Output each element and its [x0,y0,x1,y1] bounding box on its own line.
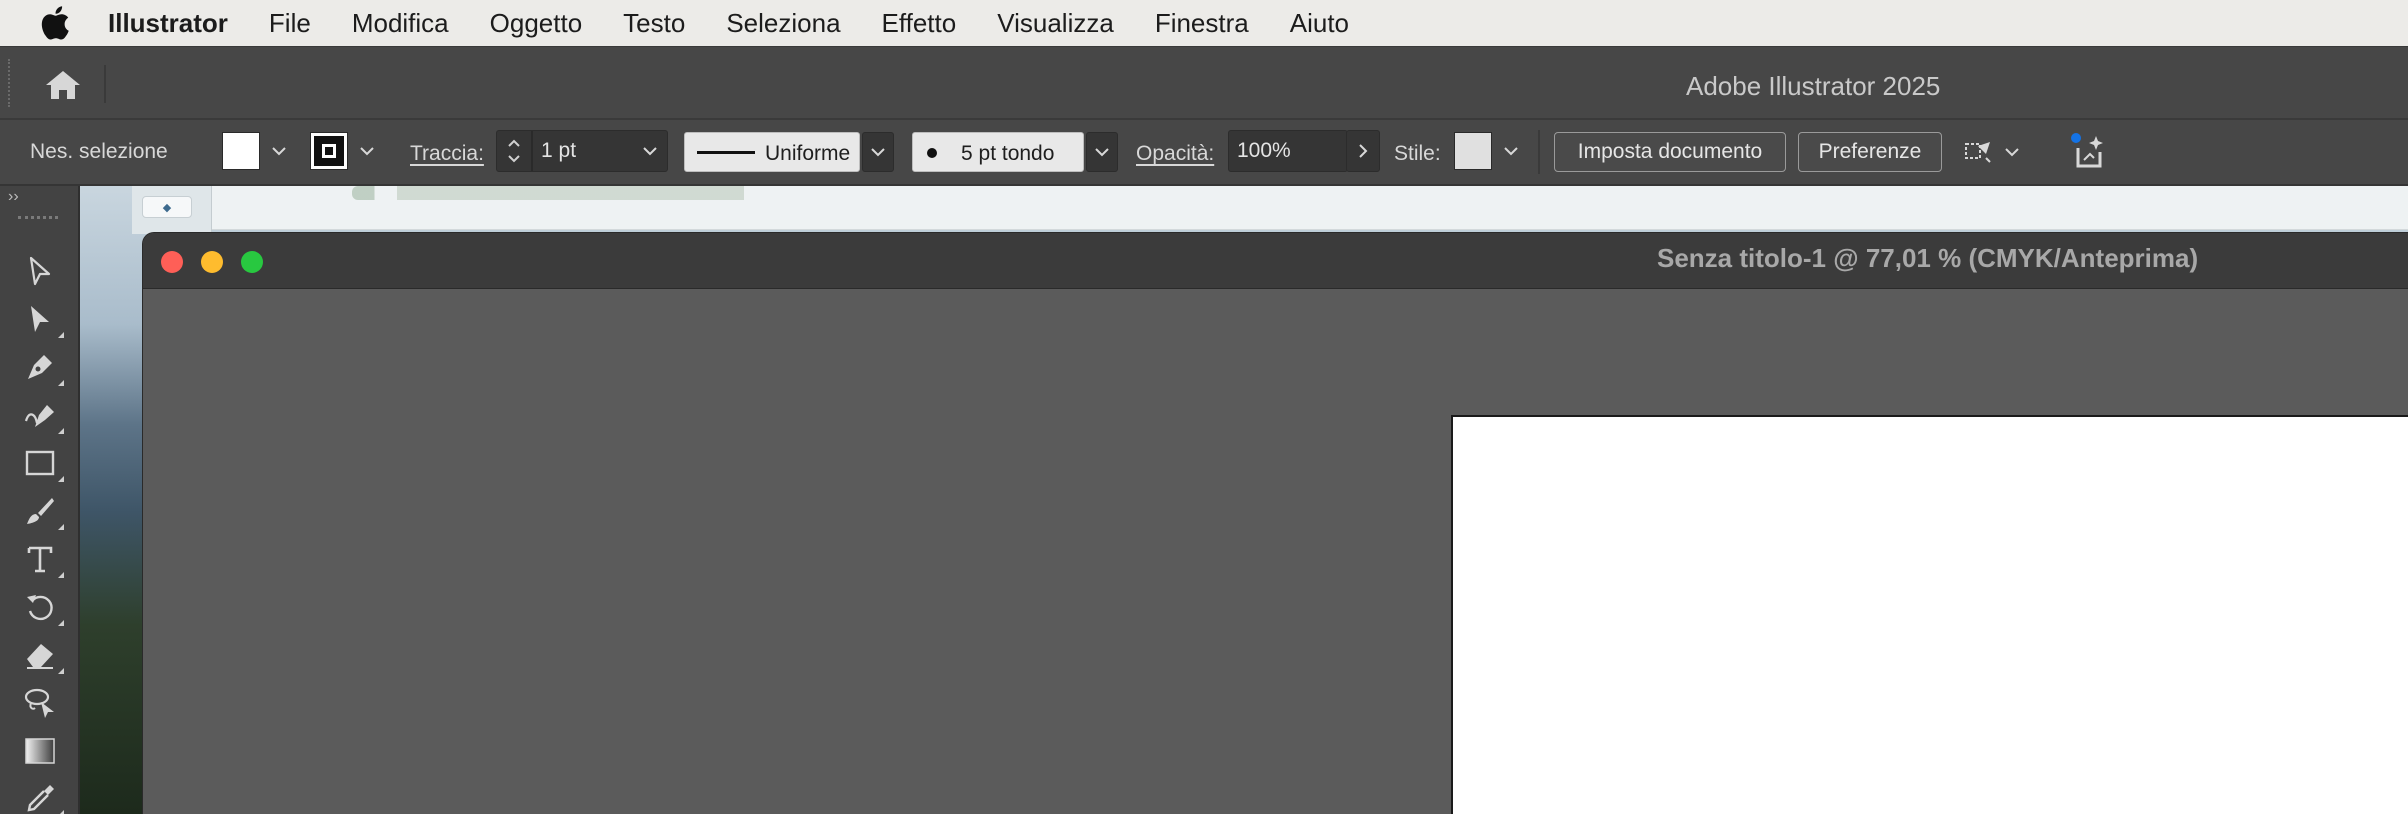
menu-file[interactable]: File [269,8,311,39]
stroke-weight-value[interactable]: 1 pt [541,139,576,163]
rotate-tool-icon[interactable] [16,586,64,628]
document-setup-button[interactable]: Imposta documento [1554,132,1786,172]
arrange-chevron-icon[interactable] [1998,134,2026,170]
opacity-label[interactable]: Opacità: [1136,142,1214,166]
menu-effetto[interactable]: Effetto [882,8,957,39]
menu-app-name[interactable]: Illustrator [108,8,228,39]
stroke-dropdown-chevron-icon[interactable] [350,132,384,170]
menu-seleziona[interactable]: Seleziona [726,8,840,39]
stroke-swatch[interactable] [310,132,348,170]
paintbrush-tool-icon[interactable] [16,490,64,532]
document-title: Senza titolo-1 @ 77,01 % (CMYK/Anteprima… [1657,243,2199,273]
generative-ai-icon[interactable] [2068,130,2108,174]
appbar-divider [104,65,106,103]
direct-selection-tool-icon[interactable] [16,298,64,340]
background-window [212,186,2408,230]
opacity-arrow-icon[interactable] [1346,130,1380,172]
width-profile-dropdown[interactable]: Uniforme [684,132,860,172]
lasso-tool-icon[interactable] [16,682,64,724]
style-dropdown-chevron-icon[interactable] [1494,132,1528,170]
profile-label: Uniforme [765,142,851,165]
profile-line-icon [697,151,755,154]
background-window-tab: ◆ [132,186,212,234]
type-tool-icon[interactable] [16,538,64,580]
menu-finestra[interactable]: Finestra [1155,8,1249,39]
tools-panel-grip[interactable] [18,216,58,220]
document-window: Senza titolo-1 @ 77,01 % (CMYK/Anteprima… [142,232,2408,814]
stroke-weight-stepper-icon[interactable] [505,133,523,169]
menu-oggetto[interactable]: Oggetto [490,8,583,39]
fill-swatch[interactable] [222,132,260,170]
appbar-grip[interactable] [8,59,12,107]
apple-logo-icon[interactable] [38,6,72,40]
selection-status: Nes. selezione [30,140,168,163]
menu-modifica[interactable]: Modifica [352,8,449,39]
curvature-tool-icon[interactable] [16,394,64,436]
preferences-button[interactable]: Preferenze [1798,132,1942,172]
stroke-label[interactable]: Traccia: [410,142,484,166]
app-bar: Adobe Illustrator 2025 [0,46,2408,118]
opacity-value[interactable]: 100% [1237,139,1291,163]
profile-chevron-icon[interactable] [862,132,894,172]
document-titlebar[interactable]: Senza titolo-1 @ 77,01 % (CMYK/Anteprima… [143,233,2408,289]
eyedropper-tool-icon[interactable] [16,776,64,814]
menu-aiuto[interactable]: Aiuto [1290,8,1349,39]
menu-visualizza[interactable]: Visualizza [997,8,1114,39]
graphic-style-swatch[interactable] [1454,132,1492,170]
stroke-weight-chevron-icon[interactable] [632,130,668,172]
brush-dot-icon [927,148,937,158]
minimize-window-button[interactable] [201,251,223,273]
controlbar-divider [1538,130,1540,174]
stroke-swatch-icon [314,136,344,166]
close-window-button[interactable] [161,251,183,273]
brush-label: 5 pt tondo [961,142,1055,165]
control-bar: Nes. selezione Traccia: 1 pt Uniforme 5 … [0,118,2408,186]
menu-testo[interactable]: Testo [623,8,685,39]
zoom-window-button[interactable] [241,251,263,273]
collapse-panel-icon[interactable]: ›› [8,188,19,206]
home-icon[interactable] [36,65,90,105]
menu-bar: Illustrator File Modifica Oggetto Testo … [0,0,2408,46]
canvas-area[interactable] [143,289,2408,814]
background-window-content [352,186,912,200]
background-window-chip: ◆ [142,196,192,218]
tools-panel: ›› [0,186,80,814]
pen-tool-icon[interactable] [16,346,64,388]
selection-tool-icon[interactable] [16,250,64,292]
brush-dropdown[interactable]: 5 pt tondo [912,132,1084,172]
rectangle-tool-icon[interactable] [16,442,64,484]
gradient-tool-icon[interactable] [16,730,64,772]
artboard[interactable] [1451,415,2408,814]
style-label: Stile: [1394,142,1441,165]
arrange-documents-icon[interactable] [1960,134,1996,170]
brush-chevron-icon[interactable] [1086,132,1118,172]
app-title: Adobe Illustrator 2025 [1686,71,1941,101]
eraser-tool-icon[interactable] [16,634,64,676]
fill-dropdown-chevron-icon[interactable] [262,132,296,170]
opacity-field[interactable]: 100% [1228,130,1348,172]
